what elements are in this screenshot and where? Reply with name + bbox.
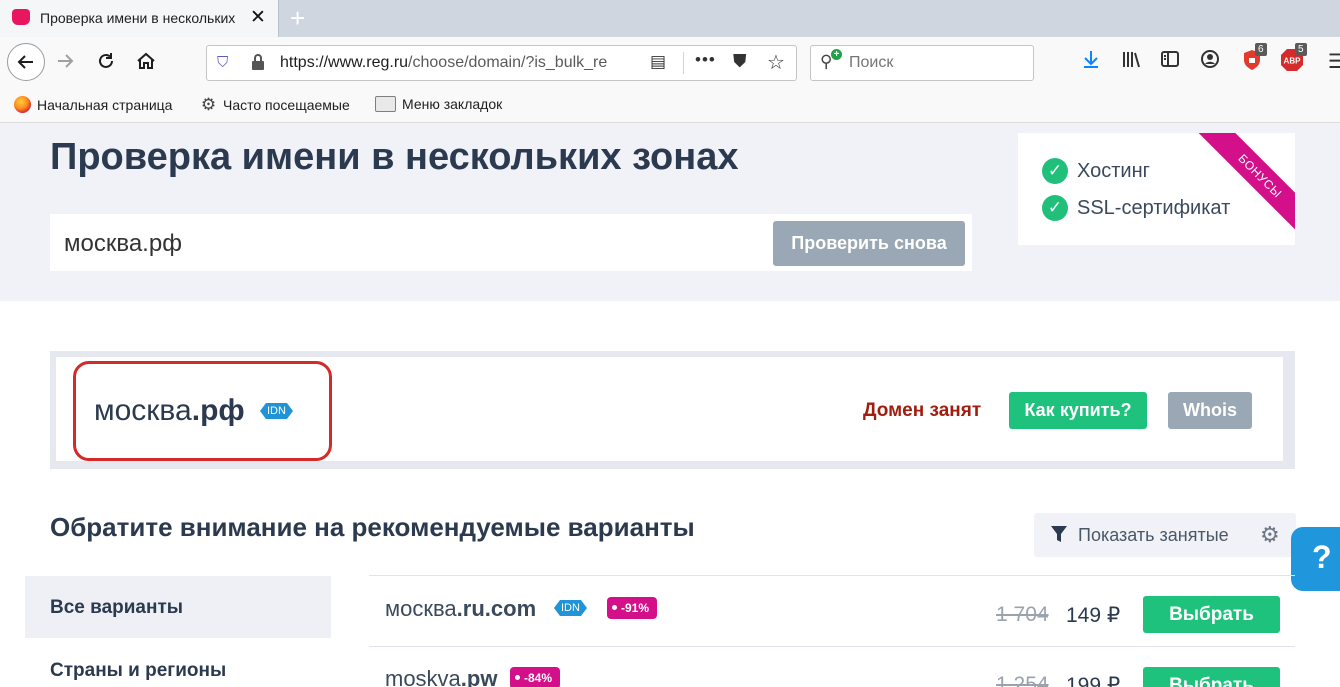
home-icon bbox=[137, 52, 155, 69]
price: 149 ₽ bbox=[1066, 604, 1121, 627]
filter-icon bbox=[1051, 526, 1067, 542]
bookmark-label: Меню закладок bbox=[402, 96, 503, 112]
lock-icon[interactable] bbox=[251, 54, 265, 70]
bookmark-start-page[interactable]: Начальная страница bbox=[14, 96, 172, 113]
back-button[interactable] bbox=[7, 43, 45, 81]
pocket-icon[interactable]: ⛊ bbox=[733, 51, 747, 72]
settings-gear-icon[interactable]: ⚙ bbox=[1260, 522, 1280, 548]
sidebar-icon[interactable] bbox=[1160, 49, 1180, 75]
svg-text:ABP: ABP bbox=[1284, 57, 1302, 66]
arrow-left-icon bbox=[17, 55, 33, 69]
discount-badge: -91% bbox=[607, 597, 658, 619]
offer-domain-name: москва.ru.com bbox=[385, 596, 537, 621]
add-search-engine-icon: + bbox=[831, 49, 842, 60]
domain-status: Домен занят bbox=[863, 400, 982, 421]
bookmark-most-visited[interactable]: ⚙ Часто посещаемые bbox=[200, 96, 350, 113]
whois-button[interactable]: Whois bbox=[1168, 392, 1252, 429]
forward-button[interactable] bbox=[48, 44, 82, 78]
how-to-buy-button[interactable]: Как купить? bbox=[1009, 392, 1147, 429]
bonus-card: ✓ Хостинг ✓ SSL-сертификат БОНУСЫ bbox=[1018, 133, 1295, 245]
page-title: Проверка имени в нескольких зонах bbox=[50, 136, 739, 178]
bookmark-star-icon[interactable]: ☆ bbox=[767, 50, 785, 75]
reg-ru-favicon-icon bbox=[12, 9, 30, 25]
bonus-item-hosting: ✓ Хостинг bbox=[1042, 158, 1150, 184]
navigation-bar: ⛉ https://www.reg.ru/choose/domain/?is_b… bbox=[0, 37, 1340, 89]
bonus-ribbon: БОНУСЫ bbox=[1197, 133, 1295, 239]
reader-view-icon[interactable]: ▤ bbox=[650, 52, 666, 72]
domain-search-input[interactable] bbox=[62, 227, 746, 261]
extension-badge-count: 6 bbox=[1255, 43, 1267, 56]
search-bar[interactable]: ⚲ + bbox=[810, 45, 1034, 81]
library-icon[interactable] bbox=[1121, 49, 1141, 75]
arrow-right-icon bbox=[58, 54, 74, 68]
highlight-annotation bbox=[73, 361, 332, 461]
show-taken-label: Показать занятые bbox=[1078, 525, 1229, 545]
folder-icon bbox=[375, 96, 396, 112]
help-label: ? bbox=[1312, 539, 1332, 575]
bonus-item-label: SSL-сертификат bbox=[1077, 196, 1231, 219]
firefox-icon bbox=[14, 96, 31, 113]
adblock-badge-count: 5 bbox=[1295, 43, 1307, 56]
offer-domain-name: moskva.pw bbox=[385, 666, 498, 687]
discount-badge: -84% bbox=[510, 667, 561, 687]
gear-icon: ⚙ bbox=[200, 95, 217, 114]
show-taken-button[interactable]: Показать занятые ⚙ bbox=[1034, 513, 1296, 557]
search-input[interactable] bbox=[847, 51, 1026, 75]
sidebar-item-countries-regions[interactable]: Страны и регионы bbox=[50, 660, 226, 682]
bookmark-label: Часто посещаемые bbox=[223, 96, 350, 113]
reload-button[interactable] bbox=[89, 44, 123, 78]
sidebar-item-all-variants[interactable]: Все варианты bbox=[25, 576, 331, 638]
recommendations-heading: Обратите внимание на рекомендуемые вариа… bbox=[50, 512, 695, 542]
account-icon[interactable] bbox=[1200, 49, 1220, 75]
bookmark-menu-folder[interactable]: Меню закладок bbox=[375, 96, 502, 112]
old-price: 1 254 bbox=[996, 673, 1049, 687]
new-tab-icon[interactable]: + bbox=[290, 3, 305, 34]
tab-bar: Проверка имени в нескольких ✕ + bbox=[0, 0, 1340, 37]
help-button[interactable]: ? bbox=[1291, 527, 1340, 591]
choose-button[interactable]: Выбрать bbox=[1143, 667, 1280, 687]
tab-title: Проверка имени в нескольких bbox=[40, 10, 236, 26]
menu-icon[interactable]: ☰ bbox=[1328, 49, 1340, 74]
tracking-shield-icon[interactable]: ⛉ bbox=[217, 54, 228, 71]
bonus-item-label: Хостинг bbox=[1077, 159, 1150, 182]
old-price: 1 704 bbox=[996, 603, 1049, 626]
address-bar[interactable]: ⛉ https://www.reg.ru/choose/domain/?is_b… bbox=[206, 45, 797, 81]
check-again-button[interactable]: Проверить снова bbox=[773, 221, 965, 266]
bookmarks-toolbar: Начальная страница ⚙ Часто посещаемые Ме… bbox=[0, 88, 1340, 123]
divider bbox=[683, 52, 684, 74]
reload-icon bbox=[99, 53, 113, 68]
url-text[interactable]: https://www.reg.ru/choose/domain/?is_bul… bbox=[280, 54, 636, 72]
home-button[interactable] bbox=[129, 44, 163, 78]
price: 199 ₽ bbox=[1066, 674, 1121, 687]
offer-row: moskva.pw -84% 1 254 199 ₽ Выбрать bbox=[369, 647, 1295, 687]
idn-badge: IDN bbox=[554, 600, 587, 616]
sidebar-item-label: Все варианты bbox=[50, 597, 183, 618]
bonus-item-ssl: ✓ SSL-сертификат bbox=[1042, 195, 1230, 221]
check-icon: ✓ bbox=[1042, 158, 1068, 184]
bookmark-label: Начальная страница bbox=[37, 96, 173, 113]
offer-row: москва.ru.com IDN -91% 1 704 149 ₽ Выбра… bbox=[369, 576, 1295, 646]
check-icon: ✓ bbox=[1042, 195, 1068, 221]
close-tab-icon[interactable]: ✕ bbox=[250, 6, 266, 29]
browser-tab[interactable]: Проверка имени в нескольких ✕ bbox=[0, 0, 279, 37]
downloads-icon[interactable] bbox=[1081, 49, 1101, 75]
choose-button[interactable]: Выбрать bbox=[1143, 596, 1280, 633]
page-actions-icon[interactable]: ••• bbox=[695, 50, 716, 70]
